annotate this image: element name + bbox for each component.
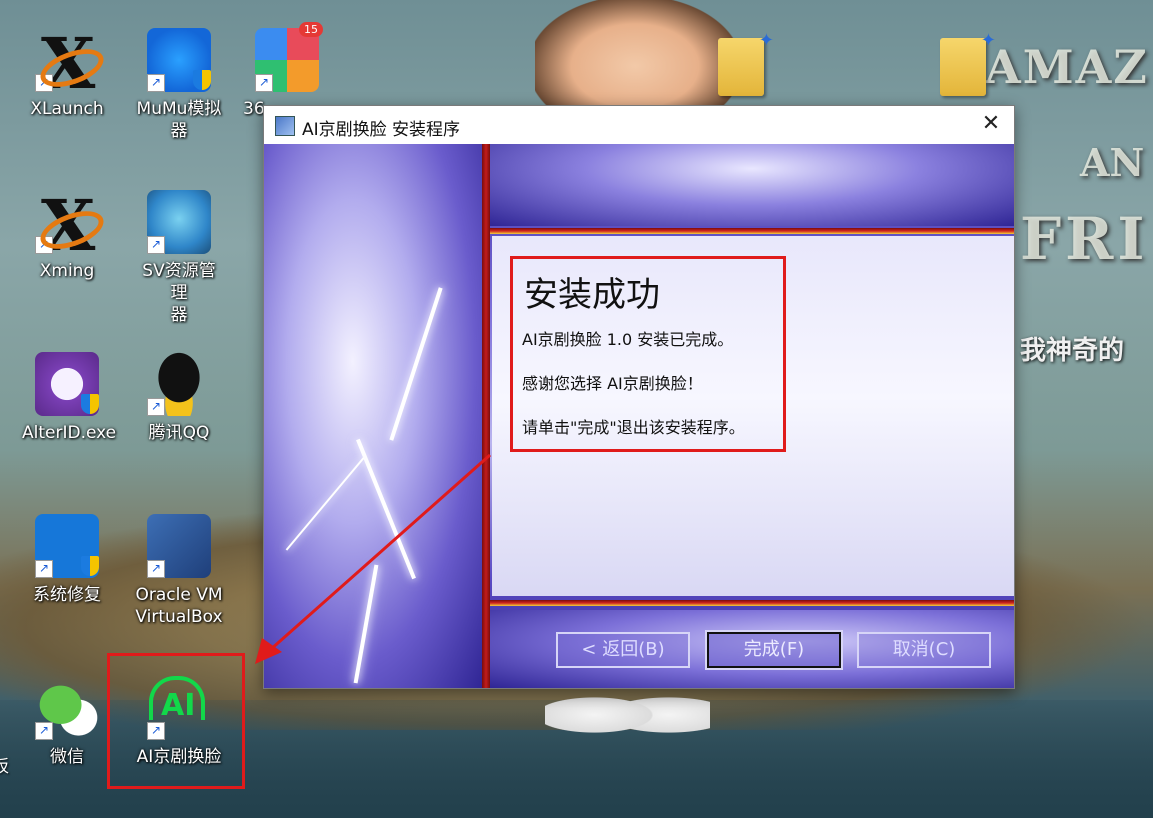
folder-icon-1[interactable]: ✦: [718, 30, 774, 96]
red-divider-top: [490, 228, 1014, 234]
desktop-icon-virtualbox[interactable]: ↗ Oracle VM VirtualBox: [134, 514, 224, 628]
finish-button[interactable]: 完成(F): [705, 630, 843, 670]
red-divider-vertical: [482, 144, 490, 688]
desktop-icon-qq[interactable]: ↗ 腾讯QQ: [134, 352, 224, 444]
shortcut-arrow-icon: ↗: [147, 398, 165, 416]
shortcut-arrow-icon: ↗: [35, 74, 53, 92]
annotation-icon-box: [107, 653, 245, 789]
shortcut-arrow-icon: ↗: [255, 74, 273, 92]
lightning-bolt: [285, 457, 365, 551]
folder-icon-2[interactable]: ✦: [940, 30, 996, 96]
shortcut-arrow-icon: ↗: [147, 560, 165, 578]
system-repair-icon: ↗: [35, 514, 99, 578]
shortcut-arrow-icon: ↗: [35, 560, 53, 578]
desktop-icon-label: MuMu模拟 器: [136, 99, 222, 141]
wallpaper-girl-face: [535, 0, 735, 110]
wallpaper-shoes: [545, 680, 710, 750]
sv-manager-icon: ↗: [147, 190, 211, 254]
back-button[interactable]: < 返回(B): [556, 632, 690, 668]
desktop-icon-mumu[interactable]: ↗ MuMu模拟 器: [134, 28, 224, 142]
installer-titlebar[interactable]: AI京剧换脸 安装程序 ✕: [264, 106, 1014, 144]
wallpaper-text-2: AN: [1080, 140, 1145, 185]
wechat-icon: ↗: [35, 676, 99, 740]
notification-badge: 15: [299, 22, 323, 37]
desktop-icon-label: AlterID.exe: [22, 423, 117, 443]
installer-app-icon: [275, 116, 295, 136]
installer-window: AI京剧换脸 安装程序 ✕ 安装成功 AI京剧换脸 1.0 安装已完成。 感谢您…: [263, 105, 1015, 689]
xlaunch-icon: ↗: [35, 22, 99, 105]
cancel-button[interactable]: 取消(C): [857, 632, 991, 668]
desktop-icon-label: 微信: [50, 747, 84, 767]
shortcut-arrow-icon: ↗: [147, 74, 165, 92]
uac-shield-icon: [81, 394, 99, 414]
desktop-icon-wechat[interactable]: ↗ 微信: [22, 676, 112, 768]
pin-icon: ✦: [758, 30, 774, 51]
virtualbox-icon: ↗: [147, 514, 211, 578]
uac-shield-icon: [193, 70, 211, 90]
desktop-icon-repair[interactable]: ↗ 系统修复: [22, 514, 112, 606]
shortcut-arrow-icon: ↗: [147, 236, 165, 254]
lightning-bolt: [389, 287, 443, 441]
desktop-icon-sv[interactable]: ↗ SV资源管理 器: [134, 190, 224, 326]
desktop-icon-xming[interactable]: ↗ Xming: [22, 184, 112, 282]
desktop-icon-xlaunch[interactable]: ↗ XLaunch: [22, 22, 112, 120]
qq-penguin-icon: ↗: [147, 352, 211, 416]
installer-title: AI京剧换脸 安装程序: [302, 120, 461, 140]
desktop-icon-label: 系统修复: [33, 585, 101, 605]
app-360-icon: 15 ↗: [255, 22, 323, 92]
lightning-bolt: [356, 438, 416, 580]
desktop-icon-label: 腾讯QQ: [148, 423, 210, 443]
shortcut-arrow-icon: ↗: [35, 722, 53, 740]
lightning-side-image: [264, 144, 486, 688]
lightning-top-strip: [490, 144, 1014, 226]
close-icon[interactable]: ✕: [968, 106, 1014, 144]
desktop-icon-label: SV资源管理 器: [142, 261, 216, 325]
left-edge-fragment: 坂: [0, 757, 9, 777]
shortcut-arrow-icon: ↗: [35, 236, 53, 254]
installer-client-area: 安装成功 AI京剧换脸 1.0 安装已完成。 感谢您选择 AI京剧换脸！ 请单击…: [264, 144, 1014, 688]
desktop-icon-label: Oracle VM VirtualBox: [135, 585, 223, 627]
wallpaper-text-1: AMAZ: [985, 40, 1149, 94]
desktop-icon-alterid[interactable]: AlterID.exe: [22, 352, 117, 444]
mumu-icon: ↗: [147, 28, 211, 92]
alterid-icon: [35, 352, 99, 416]
uac-shield-icon: [81, 556, 99, 576]
red-divider-bottom: [490, 600, 1014, 606]
lightning-bolt: [353, 564, 379, 684]
wallpaper-text-3: FRI: [1020, 205, 1149, 273]
annotation-highlight-box: [510, 256, 786, 452]
xming-icon: ↗: [35, 184, 99, 267]
wallpaper-subtitle: 我神奇的: [1020, 336, 1125, 366]
pin-icon: ✦: [980, 30, 996, 51]
